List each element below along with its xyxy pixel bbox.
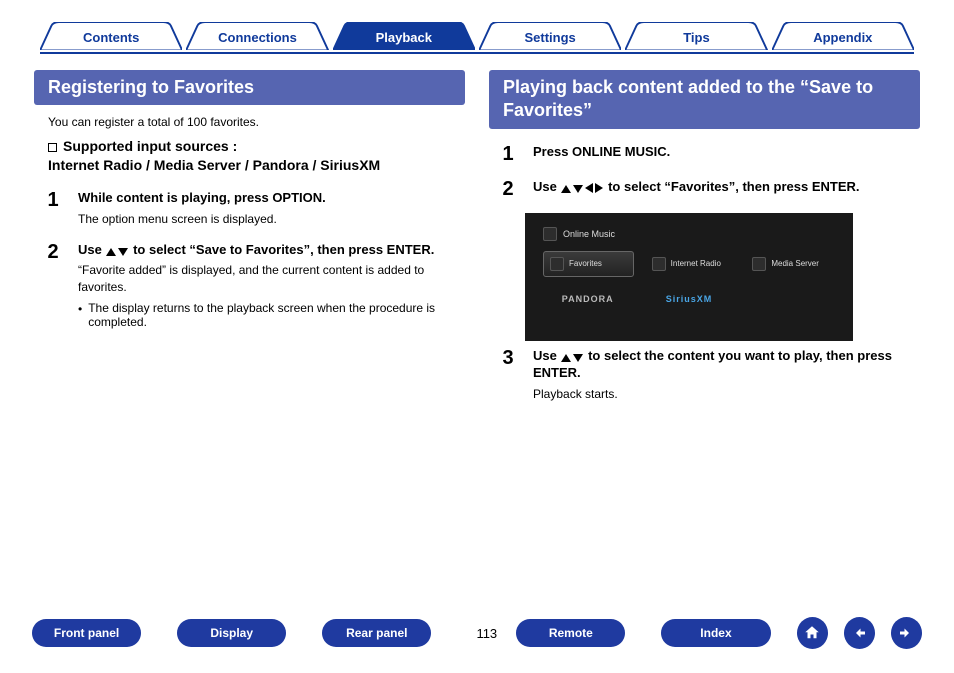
step-sub-bullet: • The display returns to the playback sc… [78,301,457,329]
pill-label: Index [700,626,731,640]
pandora-logo: PANDORA [562,294,614,304]
step-head-post: to select the content you want to play, … [533,348,892,381]
step-head: Use to select the content you want to pl… [533,347,912,382]
step-text: Playback starts. [533,386,912,402]
step-number: 2 [497,178,519,199]
right-column: Playing back content added to the “Save … [489,70,920,416]
arrow-left-icon [850,624,868,642]
step-text: “Favorite added” is displayed, and the c… [78,262,457,294]
supported-list: Internet Radio / Media Server / Pandora … [48,157,380,173]
online-music-icon [543,227,557,241]
prev-page-button[interactable] [844,617,875,649]
pill-label: Remote [549,626,593,640]
left-note: You can register a total of 100 favorite… [34,111,465,137]
right-step-3: 3 Use to select the content you want to … [497,347,912,402]
mini-item-media-server: Media Server [746,251,835,277]
tab-label: Tips [625,22,767,52]
step-head-pre: Use [78,242,105,257]
tab-tips[interactable]: Tips [625,22,767,52]
radio-icon [652,257,666,271]
arrow-up-down-icon [105,242,129,257]
step-head-post: to select “Save to Favorites”, then pres… [129,242,434,257]
step-head: Use to select “Favorites”, then press EN… [533,178,912,196]
mini-row-2: PANDORA SiriusXM [543,289,835,309]
section-title-left: Registering to Favorites [34,70,465,105]
mini-label: Media Server [771,259,819,268]
arrow-up-down-icon [560,348,584,363]
step-number: 3 [497,347,519,402]
server-icon [752,257,766,271]
pill-label: Rear panel [346,626,407,640]
step-sub-text: The display returns to the playback scre… [88,301,457,329]
pill-label: Display [210,626,253,640]
step-head: While content is playing, press OPTION. [78,189,457,207]
tab-label: Playback [333,22,475,52]
tab-settings[interactable]: Settings [479,22,621,52]
step-text: The option menu screen is displayed. [78,211,457,227]
tab-appendix[interactable]: Appendix [772,22,914,52]
right-step-1: 1 Press ONLINE MUSIC. [497,143,912,164]
tab-playback[interactable]: Playback [333,22,475,52]
mini-title: Online Music [543,227,835,241]
step-head-post: to select “Favorites”, then press ENTER. [604,179,859,194]
home-icon [803,624,821,642]
arrow-right-icon [897,624,915,642]
top-tabs: Contents Connections Playback Settings T… [0,0,954,52]
square-bullet-icon [48,143,57,152]
mini-row-1: Favorites Internet Radio Media Server [543,251,835,277]
left-step-1: 1 While content is playing, press OPTION… [42,189,457,227]
step-number: 2 [42,241,64,329]
tab-label: Connections [186,22,328,52]
bullet-icon: • [78,301,82,329]
mini-item-internet-radio: Internet Radio [646,251,735,277]
right-step-2: 2 Use to select “Favorites”, then press … [497,178,912,199]
mini-item-favorites: Favorites [543,251,634,277]
left-column: Registering to Favorites You can registe… [34,70,465,416]
left-step-2: 2 Use to select “Save to Favorites”, the… [42,241,457,329]
supported-label: Supported input sources : [63,138,237,154]
tab-label: Appendix [772,22,914,52]
mini-title-text: Online Music [563,229,615,239]
page-number: 113 [467,626,506,641]
arrow-all-dir-icon [560,179,604,194]
online-music-screenshot: Online Music Favorites Internet Radio Me… [525,213,853,341]
mini-label: Favorites [569,259,602,268]
heart-icon [550,257,564,271]
section-title-right: Playing back content added to the “Save … [489,70,920,129]
mini-item-pandora: PANDORA [543,289,632,309]
step-number: 1 [497,143,519,164]
tab-contents[interactable]: Contents [40,22,182,52]
tab-label: Settings [479,22,621,52]
front-panel-button[interactable]: Front panel [32,619,141,647]
mini-label: Internet Radio [671,259,721,268]
pill-label: Front panel [54,626,119,640]
supported-sources: Supported input sources : Internet Radio… [34,137,465,189]
home-button[interactable] [797,617,828,649]
step-head-pre: Use [533,179,560,194]
step-number: 1 [42,189,64,227]
rear-panel-button[interactable]: Rear panel [322,619,431,647]
step-head: Use to select “Save to Favorites”, then … [78,241,457,259]
bottom-bar: Front panel Display Rear panel 113 Remot… [0,617,954,649]
siriusxm-logo: SiriusXM [666,294,713,304]
tab-label: Contents [40,22,182,52]
remote-button[interactable]: Remote [516,619,625,647]
display-button[interactable]: Display [177,619,286,647]
step-head-pre: Use [533,348,560,363]
next-page-button[interactable] [891,617,922,649]
tab-connections[interactable]: Connections [186,22,328,52]
mini-item-siriusxm: SiriusXM [644,289,733,309]
step-head: Press ONLINE MUSIC. [533,143,912,161]
index-button[interactable]: Index [661,619,770,647]
